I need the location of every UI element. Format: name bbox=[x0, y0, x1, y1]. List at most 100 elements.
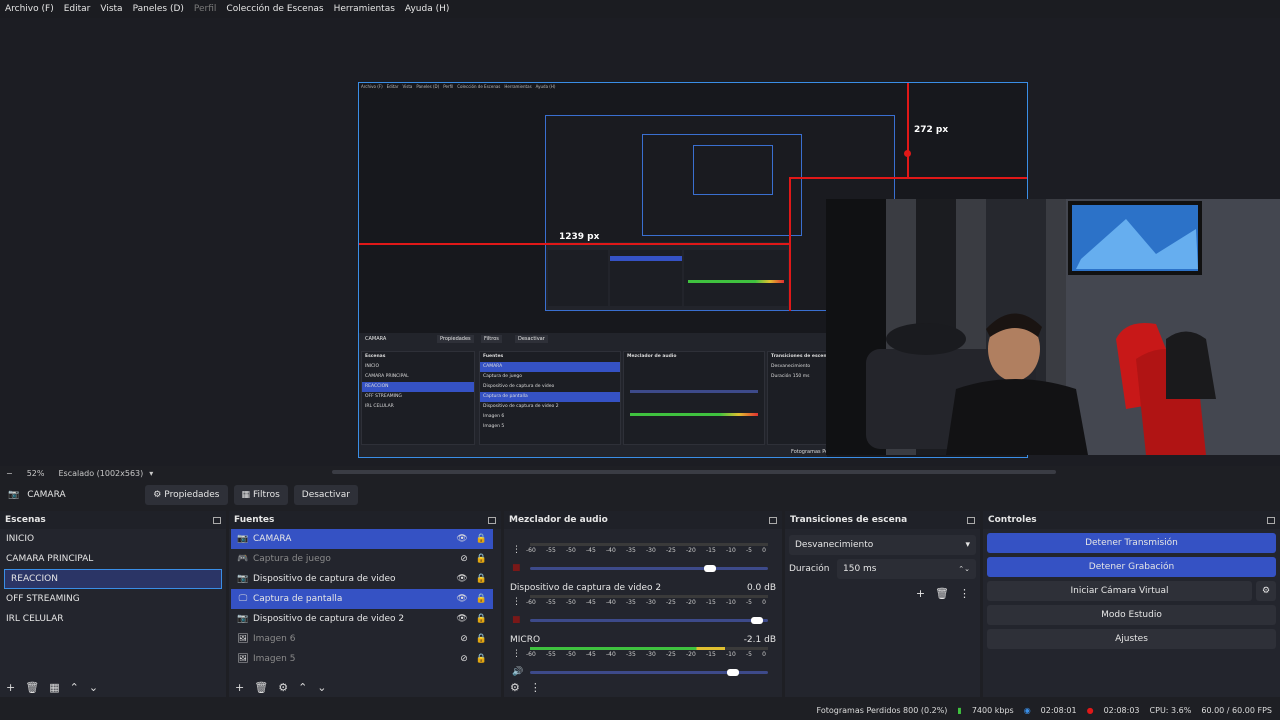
source-item[interactable]: 📷 CAMARA 👁 🔒 bbox=[231, 529, 493, 549]
properties-button[interactable]: ⚙ Propiedades bbox=[145, 485, 228, 505]
lock-icon[interactable]: 🔒 bbox=[476, 634, 487, 644]
lock-icon[interactable]: 🔒 bbox=[476, 654, 487, 664]
source-item[interactable]: 🖼 Imagen 6 ⊘ 🔒 bbox=[231, 629, 493, 649]
control-button[interactable]: Detener Transmisión bbox=[987, 533, 1276, 553]
gear-icon[interactable]: ⚙ bbox=[278, 681, 288, 694]
preview-area[interactable]: Archivo (F) Editar Vista Paneles (D) Perfil C… bbox=[0, 18, 1280, 466]
chevron-up-icon[interactable]: ⌃ bbox=[298, 681, 307, 694]
menu-item[interactable]: Ayuda (H) bbox=[405, 4, 449, 14]
chevron-down-icon[interactable]: ⌄ bbox=[317, 681, 326, 694]
add-icon[interactable]: + bbox=[235, 681, 244, 694]
muted-speaker-icon[interactable]: ■ bbox=[512, 563, 521, 573]
undock-icon[interactable] bbox=[967, 516, 975, 524]
control-button[interactable]: Ajustes bbox=[987, 629, 1276, 649]
gear-icon[interactable]: ⚙ bbox=[1256, 581, 1276, 601]
speaker-icon[interactable]: 🔊 bbox=[512, 667, 523, 677]
eye-hidden-icon[interactable]: ⊘ bbox=[460, 654, 468, 664]
menu-item[interactable]: Colección de Escenas bbox=[226, 4, 323, 14]
control-button[interactable]: Detener Grabación bbox=[987, 557, 1276, 577]
more-icon[interactable]: ⋮ bbox=[530, 681, 541, 694]
lock-icon[interactable]: 🔒 bbox=[476, 534, 487, 544]
menu-item[interactable]: Herramientas bbox=[334, 4, 395, 14]
zoom-out-icon[interactable]: − bbox=[6, 469, 13, 478]
eye-hidden-icon[interactable]: ⊘ bbox=[460, 554, 468, 564]
lock-icon[interactable]: 🔒 bbox=[476, 554, 487, 564]
nested-source-item: Dispositivo de captura de video 2 bbox=[483, 404, 559, 409]
control-row: Detener Grabación bbox=[983, 553, 1280, 577]
undock-icon[interactable] bbox=[769, 516, 777, 524]
muted-speaker-icon[interactable]: ■ bbox=[512, 615, 521, 625]
volume-slider[interactable] bbox=[530, 565, 768, 572]
source-item[interactable]: 🖵 Captura de pantalla 👁 🔒 bbox=[231, 589, 493, 609]
controls-dock-title: Controles bbox=[983, 511, 1280, 529]
volume-slider[interactable] bbox=[530, 669, 768, 676]
undock-icon[interactable] bbox=[213, 516, 221, 524]
more-icon[interactable]: ⋮ bbox=[512, 597, 521, 607]
lock-icon[interactable]: 🔒 bbox=[476, 594, 487, 604]
eye-icon[interactable]: 👁 bbox=[456, 594, 467, 604]
source-controls: ⊘ 🔒 bbox=[460, 654, 487, 664]
scene-item[interactable]: OFF STREAMING bbox=[0, 589, 226, 609]
menu-item[interactable]: Perfil bbox=[194, 4, 217, 14]
channel-header: Dispositivo de captura de video 2 0.0 dB bbox=[510, 583, 776, 593]
scene-item[interactable]: IRL CELULAR bbox=[0, 609, 226, 629]
filter-icon[interactable]: ▦ bbox=[49, 681, 59, 694]
more-icon[interactable]: ⋮ bbox=[512, 649, 521, 659]
eye-icon[interactable]: 👁 bbox=[456, 534, 467, 544]
scene-item[interactable]: REACCION bbox=[4, 569, 222, 589]
add-icon[interactable]: + bbox=[6, 681, 15, 694]
eye-hidden-icon[interactable]: ⊘ bbox=[460, 634, 468, 644]
add-icon[interactable]: + bbox=[916, 587, 925, 600]
chevron-down-icon: ▾ bbox=[965, 540, 970, 550]
control-button[interactable]: Modo Estudio bbox=[987, 605, 1276, 625]
more-icon[interactable]: ⋮ bbox=[959, 587, 970, 600]
volume-slider[interactable] bbox=[530, 617, 768, 624]
lock-icon[interactable]: 🔒 bbox=[476, 574, 487, 584]
image-icon: 🖼 bbox=[237, 654, 249, 664]
sources-dock-title: Fuentes bbox=[229, 511, 501, 529]
lock-icon[interactable]: 🔒 bbox=[476, 614, 487, 624]
scene-item[interactable]: INICIO bbox=[0, 529, 226, 549]
gear-icon[interactable]: ⚙ bbox=[510, 681, 520, 694]
slider-handle[interactable] bbox=[727, 669, 740, 676]
transition-select[interactable]: Desvanecimiento ▾ bbox=[789, 535, 976, 555]
menu-item[interactable]: Paneles (D) bbox=[133, 4, 184, 14]
more-icon[interactable]: ⋮ bbox=[512, 545, 521, 555]
chevron-down-icon[interactable]: ⌄ bbox=[89, 681, 98, 694]
undock-icon[interactable] bbox=[488, 516, 496, 524]
source-label: Captura de juego bbox=[253, 554, 331, 564]
deactivate-button[interactable]: Desactivar bbox=[293, 485, 358, 505]
eye-icon[interactable]: 👁 bbox=[456, 574, 467, 584]
tick-label: -30 bbox=[646, 547, 656, 554]
trash-icon[interactable]: 🗑 bbox=[254, 681, 268, 694]
slider-handle[interactable] bbox=[703, 565, 716, 572]
trash-icon[interactable]: 🗑 bbox=[935, 587, 949, 600]
scaling-label[interactable]: Escalado (1002x563) bbox=[58, 469, 143, 478]
chevron-up-icon[interactable]: ⌃ bbox=[70, 681, 79, 694]
zoom-level[interactable]: 52% bbox=[27, 469, 45, 478]
meter-ticks: -60 -55 -50 -45 -40 -35 -30 -25 -20 -15 -10 -5 0 bbox=[526, 547, 766, 554]
eye-icon[interactable]: 👁 bbox=[456, 614, 467, 624]
duration-input[interactable]: 150 ms ⌃⌄ bbox=[837, 559, 976, 579]
source-label: Imagen 6 bbox=[253, 634, 296, 644]
menu-item[interactable]: Vista bbox=[100, 4, 122, 14]
transitions-dock: Transiciones de escena Desvanecimiento ▾… bbox=[785, 511, 980, 697]
source-item[interactable]: 📷 Dispositivo de captura de video 👁 🔒 bbox=[231, 569, 493, 589]
chevron-down-icon[interactable]: ▾ bbox=[149, 469, 153, 478]
source-item[interactable]: 🎮 Captura de juego ⊘ 🔒 bbox=[231, 549, 493, 569]
slider-handle[interactable] bbox=[751, 617, 764, 624]
menu-item[interactable]: Editar bbox=[64, 4, 91, 14]
monitor-icon: 🖵 bbox=[238, 594, 248, 604]
source-item[interactable]: 📷 Dispositivo de captura de video 2 👁 🔒 bbox=[231, 609, 493, 629]
control-button[interactable]: Iniciar Cámara Virtual bbox=[987, 581, 1252, 601]
preview-scrollbar[interactable] bbox=[332, 470, 1056, 474]
source-label: Captura de pantalla bbox=[253, 594, 343, 604]
spinner-icon[interactable]: ⌃⌄ bbox=[958, 565, 970, 573]
scene-item[interactable]: CAMARA PRINCIPAL bbox=[0, 549, 226, 569]
source-item[interactable]: 🖼 Imagen 5 ⊘ 🔒 bbox=[231, 649, 493, 669]
trash-icon[interactable]: 🗑 bbox=[25, 681, 39, 694]
undock-icon[interactable] bbox=[1267, 516, 1275, 524]
mixer-toolbar: ⚙ ⋮ bbox=[504, 677, 782, 697]
filters-button[interactable]: ▦ Filtros bbox=[233, 485, 288, 505]
menu-item[interactable]: Archivo (F) bbox=[5, 4, 54, 14]
